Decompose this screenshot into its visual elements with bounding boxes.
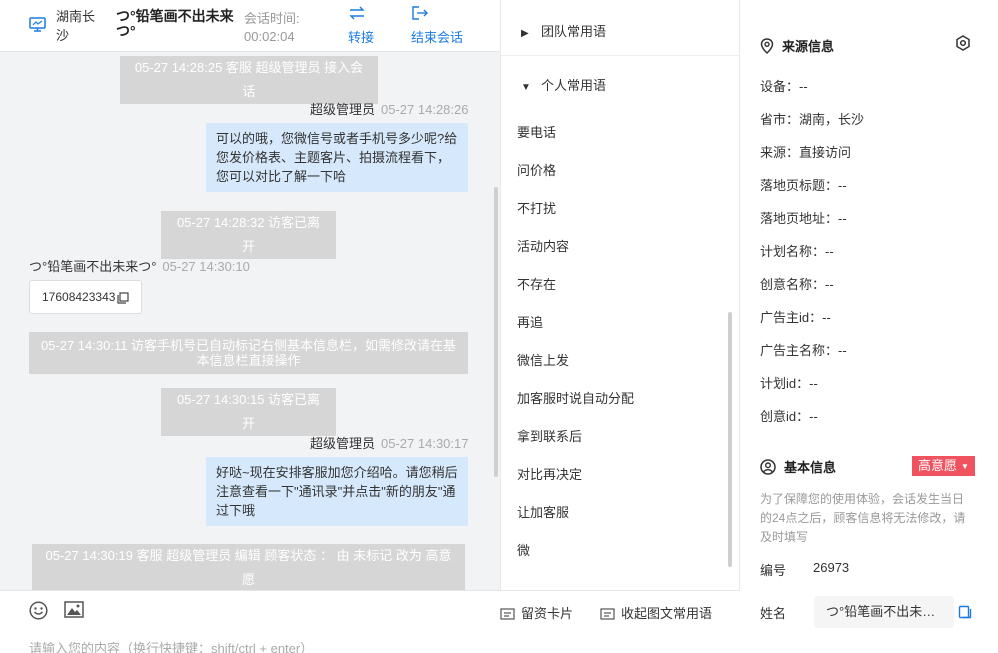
phrase-item[interactable]: 拿到联系后	[517, 426, 582, 445]
plan-id-field: 计划id：--	[760, 376, 818, 391]
message-input[interactable]: 请输入您的内容（换行快捷键：shift/ctrl + enter）	[29, 638, 313, 653]
card-icon	[500, 608, 515, 620]
intent-status-label: 高意愿	[918, 458, 958, 473]
id-value: 26973	[813, 560, 850, 575]
message-time: 05-27 14:28:26	[381, 102, 469, 117]
team-phrases-label: 团队常用语	[541, 24, 607, 39]
divider	[501, 55, 739, 56]
source-info-label: 来源信息	[782, 39, 835, 54]
sender-name: つ°铅笔画不出未来つ°	[29, 259, 157, 274]
logout-icon	[412, 6, 428, 20]
system-message: 05-27 14:30:11 访客手机号已自动标记右侧基本信息栏，如需修改请在基…	[29, 332, 468, 374]
chat-scrollbar[interactable]	[494, 187, 498, 477]
image-icon[interactable]	[64, 601, 84, 618]
chat-history[interactable]: 05-27 14:28:25 客服 超级管理员 接入会话 超级管理员 05-27 …	[0, 52, 500, 590]
edit-notice: 为了保障您的使用体验，会话发生当日的24点之后，顾客信息将无法修改，请及时填写	[760, 492, 966, 544]
device-field: 设备：--	[760, 79, 808, 94]
caret-down-icon: ▼	[961, 462, 969, 471]
system-message: 05-27 14:30:15 访客已离开	[161, 388, 336, 436]
phrase-item[interactable]: 再追	[517, 312, 543, 331]
message-sender: 超级管理员 05-27 14:30:17	[310, 433, 468, 452]
system-message: 05-27 14:30:19 客服 超级管理员 编辑 顾客状态 ： 由 未标记 …	[32, 544, 465, 590]
sender-name: 超级管理员	[310, 436, 376, 451]
phrase-item[interactable]: 问价格	[517, 160, 556, 179]
advertiser-name-field: 广告主名称：--	[760, 343, 847, 358]
creative-id-field: 创意id：--	[760, 409, 818, 424]
transfer-label: 转接	[348, 30, 375, 45]
user-circle-icon	[760, 459, 776, 475]
visitor-location: 湖南长沙	[56, 9, 96, 43]
message-time: 05-27 14:30:10	[162, 259, 250, 274]
end-session-label: 结束会话	[411, 30, 464, 45]
message-sender: 超级管理员 05-27 14:28:26	[310, 99, 468, 118]
phrase-list: 要电话 问价格 不打扰 活动内容 不存在 再追 微信上发 加客服时说自动分配 拿…	[517, 85, 727, 565]
transfer-button[interactable]: 转接	[348, 5, 374, 46]
collapse-phrases-label: 收起图文常用语	[621, 606, 713, 621]
name-field[interactable]: つ°铅笔画不出未来つ°	[814, 596, 954, 628]
monitor-icon	[29, 17, 46, 32]
phrase-item[interactable]: 微信上发	[517, 350, 569, 369]
system-message: 05-27 14:28:32 访客已离开	[161, 211, 336, 259]
transfer-icon	[349, 6, 365, 20]
location-pin-icon	[760, 38, 774, 55]
basic-info-label: 基本信息	[784, 460, 837, 475]
message-time: 05-27 14:30:17	[381, 436, 469, 451]
team-phrases-group[interactable]: ▶ 团队常用语	[521, 21, 606, 40]
copy-icon[interactable]	[958, 605, 972, 619]
collapse-phrases-button[interactable]: 收起图文常用语	[600, 603, 712, 622]
visitor-info-panel: 来源信息 设备：-- 省市：湖南，长沙 来源：直接访问 落地页标题：-- 落地页…	[740, 0, 998, 653]
phrase-item[interactable]: 对比再决定	[517, 464, 582, 483]
caret-right-icon: ▶	[521, 28, 529, 39]
phrase-item[interactable]: 要电话	[517, 122, 556, 141]
creative-name-field: 创意名称：--	[760, 277, 834, 292]
name-label: 姓名	[760, 606, 787, 621]
system-message: 05-27 14:28:25 客服 超级管理员 接入会话	[120, 56, 378, 104]
message-input-area: 留资卡片 收起图文常用语 请输入您的内容（换行快捷键：shift/ctrl + …	[0, 590, 740, 653]
session-time-label: 会话时间:	[244, 11, 300, 26]
message-sender: つ°铅笔画不出未来つ° 05-27 14:30:10	[29, 256, 250, 275]
phrase-item[interactable]: 活动内容	[517, 236, 569, 255]
copy-icon[interactable]	[117, 292, 130, 304]
chat-header: 湖南长沙 つ°铅笔画不出未来つ° 会话时间: 00:02:04 转接 结束会话	[0, 0, 500, 52]
agent-message-bubble: 好哒~现在安排客服加您介绍哈。请您稍后注意查看一下"通讯录"并点击"新的朋友"通…	[206, 457, 468, 526]
end-session-button[interactable]: 结束会话	[411, 5, 463, 46]
phrase-item[interactable]: 微	[517, 540, 530, 559]
sender-name: 超级管理员	[310, 102, 376, 117]
agent-message-bubble: 可以的哦，您微信号或者手机号多少呢?给您发价格表、主题客片、拍摄流程看下，您可以…	[206, 123, 468, 192]
lead-card-label: 留资卡片	[521, 606, 574, 621]
phrase-item[interactable]: 不存在	[517, 274, 556, 293]
common-phrases-panel: ▶ 团队常用语 ▼ 个人常用语 要电话 问价格 不打扰 活动内容 不存在 再追 微信…	[500, 0, 740, 590]
landing-url-field: 落地页地址：--	[760, 211, 847, 226]
origin-field: 来源：直接访问	[760, 145, 852, 160]
phrase-item[interactable]: 不打扰	[517, 198, 556, 217]
visitor-phone: 17608423343	[42, 290, 116, 304]
basic-info-title: 基本信息	[760, 457, 836, 476]
advertiser-id-field: 广告主id：--	[760, 310, 831, 325]
landing-title-field: 落地页标题：--	[760, 178, 847, 193]
province-field: 省市：湖南，长沙	[760, 112, 865, 127]
phrases-scrollbar[interactable]	[728, 312, 732, 567]
session-time-value: 00:02:04	[244, 29, 295, 44]
id-label: 编号	[760, 563, 787, 578]
phrase-item[interactable]: 加客服时说自动分配	[517, 388, 634, 407]
phrase-item[interactable]: 让加客服	[517, 502, 569, 521]
visitor-message-bubble[interactable]: 17608423343	[29, 280, 143, 314]
card-icon	[600, 608, 615, 620]
intent-status-dropdown[interactable]: 高意愿 ▼	[912, 456, 975, 476]
source-info-title: 来源信息	[760, 36, 834, 55]
lead-card-button[interactable]: 留资卡片	[500, 603, 573, 622]
settings-icon[interactable]	[955, 35, 971, 51]
visitor-name: つ°铅笔画不出未来つ°	[116, 8, 234, 39]
emoji-icon[interactable]	[29, 601, 48, 620]
plan-name-field: 计划名称：--	[760, 244, 834, 259]
